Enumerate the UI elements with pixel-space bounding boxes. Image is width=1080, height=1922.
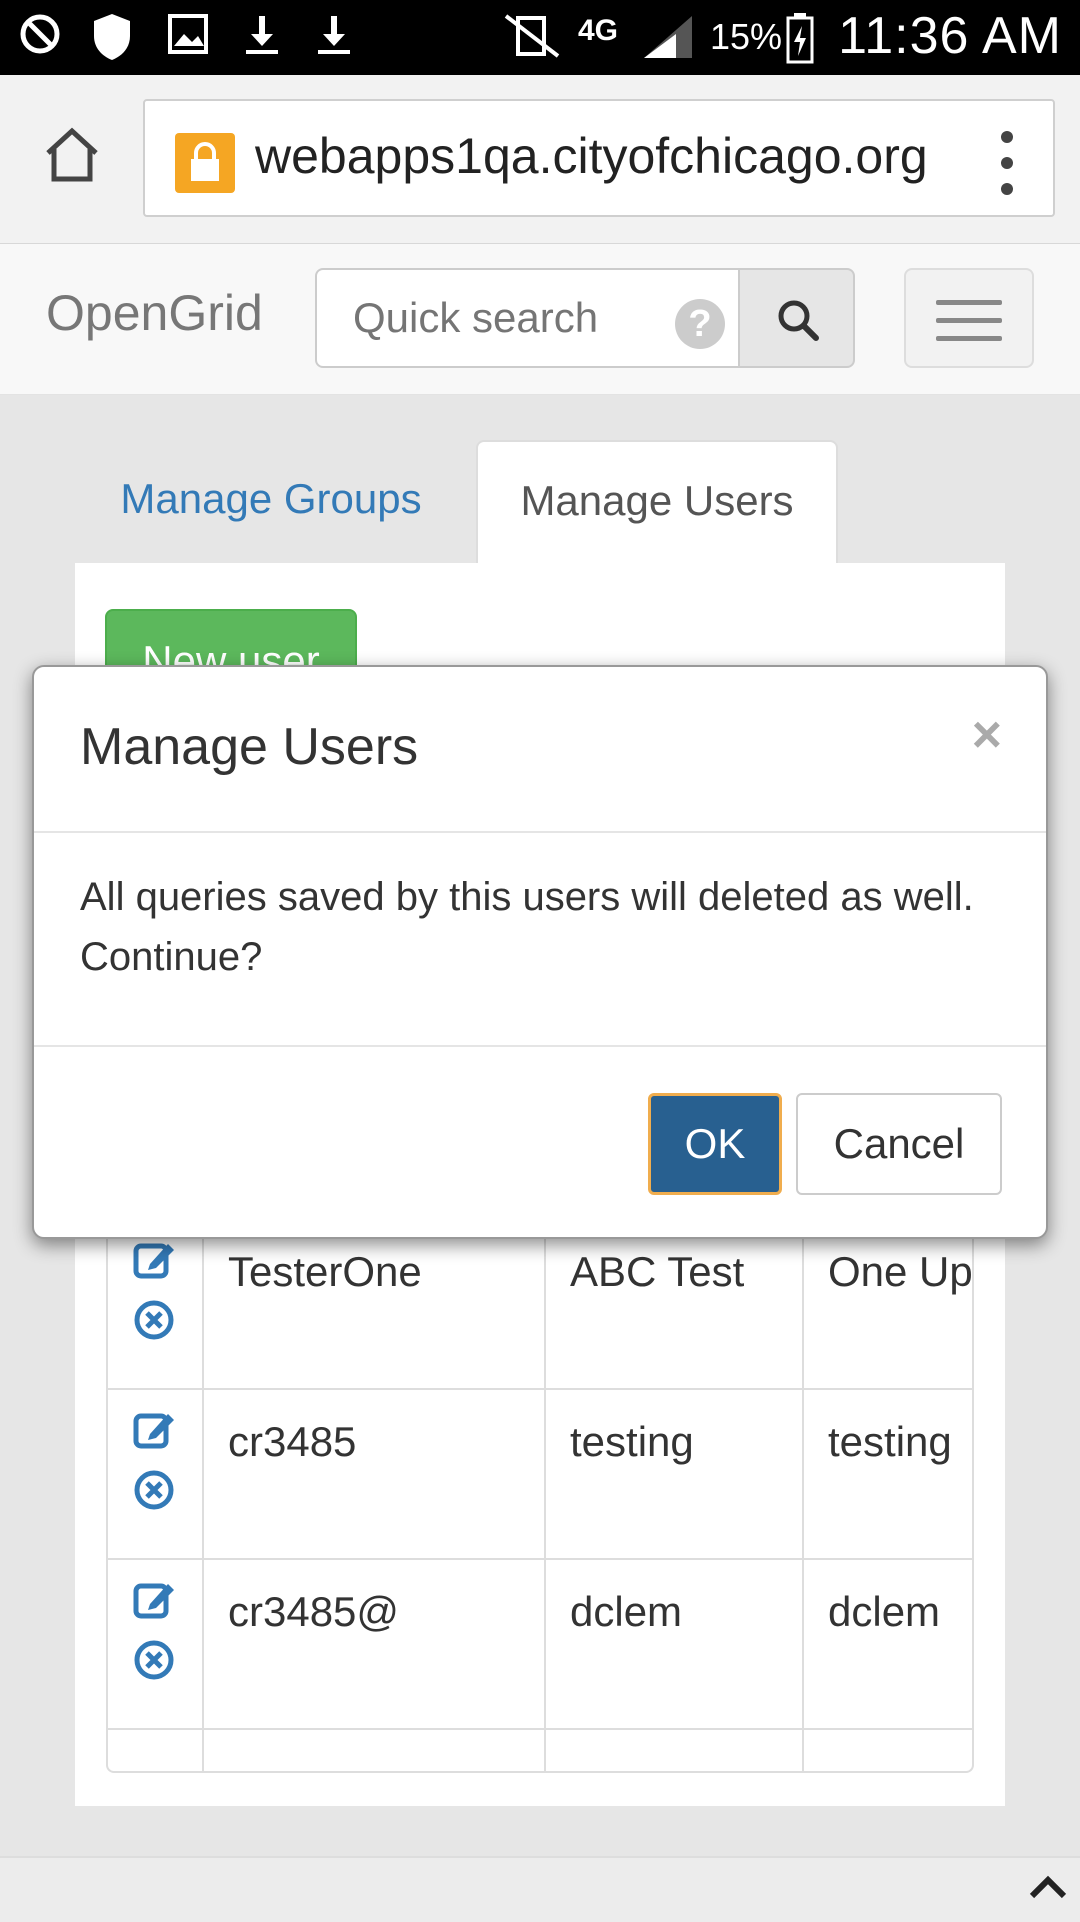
confirm-dialog: Manage Users × All queries saved by this… — [32, 665, 1048, 1239]
table-cell: testing — [546, 1390, 804, 1560]
address-bar[interactable]: webapps1qa.cityofchicago.org — [143, 99, 1055, 217]
table-row: cr3485 testing testing — [108, 1390, 972, 1560]
table-row — [108, 1730, 972, 1771]
dialog-header: Manage Users × — [34, 667, 1046, 833]
battery-icon — [786, 13, 814, 64]
status-bar: 4G 15% 11:36 AM — [0, 0, 1080, 75]
battery-percent: 15% — [710, 16, 783, 57]
delete-icon[interactable] — [132, 1638, 176, 1682]
cancel-button[interactable]: Cancel — [796, 1093, 1002, 1195]
table-row: cr3485@ dclem dclem — [108, 1560, 972, 1730]
close-icon[interactable]: × — [972, 705, 1002, 765]
tab-manage-groups[interactable]: Manage Groups — [75, 440, 467, 564]
table-cell: cr3485@ — [204, 1560, 546, 1730]
dialog-footer: OK Cancel — [34, 1045, 1046, 1239]
table-row: TesterOne ABC Test One Upd — [108, 1220, 972, 1390]
search-button[interactable] — [738, 268, 855, 368]
table-cell — [804, 1730, 972, 1771]
dialog-title: Manage Users — [80, 718, 419, 776]
row-actions — [108, 1390, 204, 1560]
table-cell: dclem — [804, 1560, 972, 1730]
table-cell: dclem — [546, 1560, 804, 1730]
download-icon — [246, 16, 278, 54]
row-actions — [108, 1730, 204, 1771]
dialog-message: All queries saved by this users will del… — [80, 875, 974, 979]
browser-toolbar: webapps1qa.cityofchicago.org — [0, 75, 1080, 245]
lock-icon — [175, 133, 235, 193]
table-cell: testing — [804, 1390, 972, 1560]
table-cell — [204, 1730, 546, 1771]
table-cell: One Upd — [804, 1220, 972, 1390]
tab-manage-users[interactable]: Manage Users — [476, 440, 838, 564]
do-not-disturb-icon — [20, 14, 60, 54]
network-type: 4G — [578, 14, 619, 47]
download-icon — [318, 16, 350, 54]
edit-icon[interactable] — [132, 1408, 176, 1452]
table-cell: ABC Test — [546, 1220, 804, 1390]
table-cell — [546, 1730, 804, 1771]
bottom-toolbar — [0, 1856, 1080, 1922]
delete-icon[interactable] — [132, 1468, 176, 1512]
edit-icon[interactable] — [132, 1578, 176, 1622]
url-text: webapps1qa.cityofchicago.org — [255, 128, 928, 184]
table-cell: cr3485 — [204, 1390, 546, 1560]
home-icon[interactable] — [40, 123, 104, 187]
menu-toggle-button[interactable] — [904, 268, 1034, 368]
help-icon[interactable]: ? — [675, 299, 725, 349]
delete-icon[interactable] — [132, 1298, 176, 1342]
row-actions — [108, 1220, 204, 1390]
ok-button[interactable]: OK — [648, 1093, 782, 1195]
image-icon — [168, 14, 208, 54]
row-actions — [108, 1560, 204, 1730]
search-icon — [778, 300, 819, 341]
app-navbar: OpenGrid ? — [0, 244, 1080, 395]
signal-icon — [644, 16, 692, 58]
shield-icon — [94, 14, 130, 60]
hamburger-icon — [936, 300, 1002, 305]
edit-icon[interactable] — [132, 1238, 176, 1282]
more-menu-icon[interactable] — [1001, 131, 1017, 195]
quick-search-group: ? — [315, 268, 855, 368]
vibrate-icon — [504, 14, 560, 58]
users-table: TesterOne ABC Test One Upd cr3485 testin… — [106, 1220, 974, 1773]
chevron-up-icon[interactable] — [1028, 1872, 1068, 1902]
brand-logo[interactable]: OpenGrid — [46, 284, 263, 342]
status-time: 11:36 AM — [838, 7, 1062, 65]
table-cell: TesterOne — [204, 1220, 546, 1390]
